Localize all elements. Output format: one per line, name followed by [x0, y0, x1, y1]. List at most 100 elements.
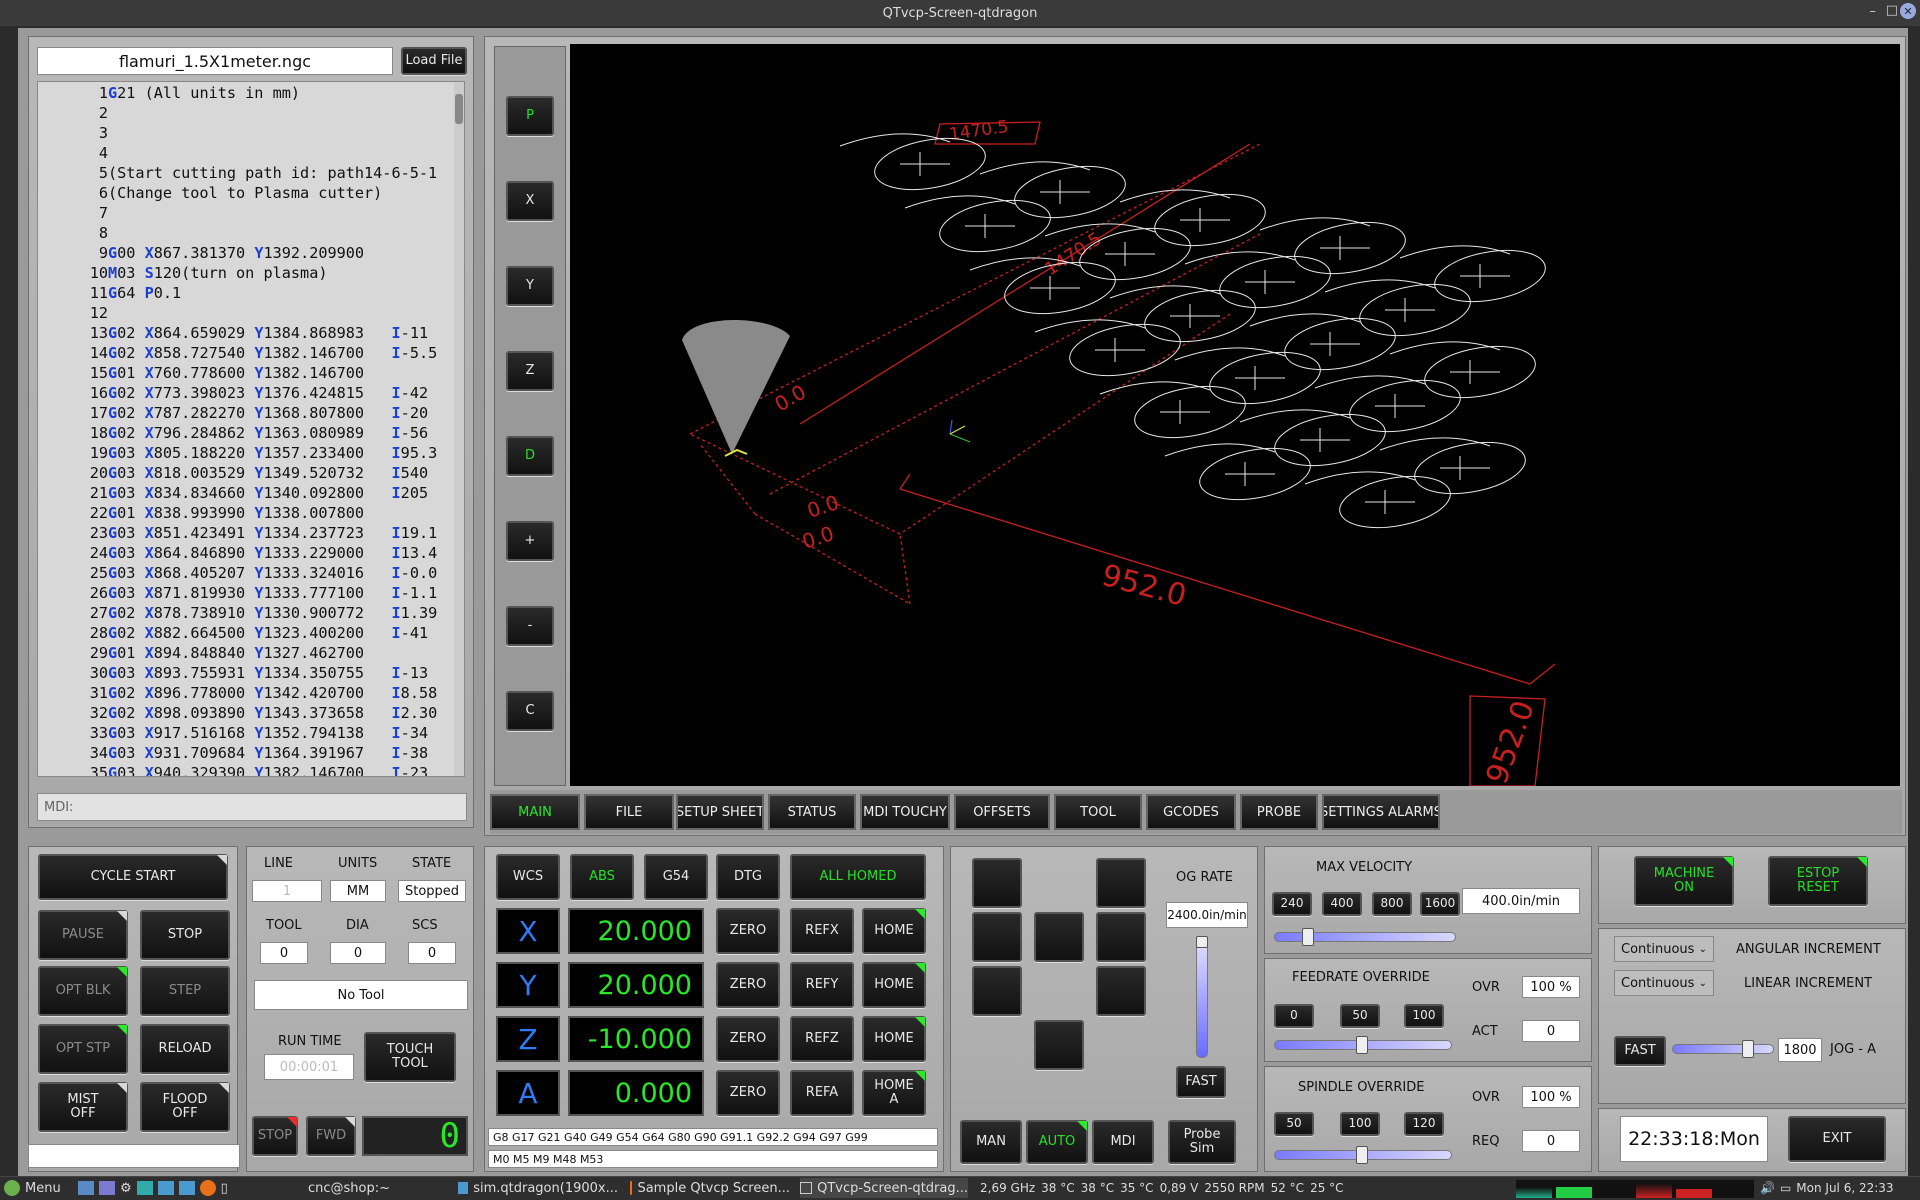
close-icon[interactable]: ✕ [1900, 3, 1916, 19]
view-button-4[interactable]: D [506, 436, 554, 476]
view-button-6[interactable]: - [506, 606, 554, 646]
touch-tool-button[interactable]: TOUCH TOOL [364, 1032, 456, 1082]
spindle-stop-button[interactable]: STOP [252, 1116, 298, 1156]
mist-button[interactable]: MIST OFF [38, 1082, 128, 1132]
tab-3[interactable]: STATUS [768, 794, 856, 830]
task-item-1[interactable]: sim.qtdragon(1900x... [458, 1178, 618, 1198]
terminal-icon[interactable]: ▯ [221, 1181, 228, 1196]
jog-a-slider[interactable] [1672, 1044, 1774, 1054]
jog-z-plus-button[interactable] [1096, 858, 1146, 908]
jog-z-minus-button[interactable] [1096, 966, 1146, 1016]
wcs-button[interactable]: WCS [496, 854, 560, 900]
home-z-button[interactable]: HOME [862, 1016, 926, 1062]
velocity-preset-2[interactable]: 800 [1372, 892, 1412, 916]
apps-icon[interactable] [78, 1181, 94, 1195]
g54-button[interactable]: G54 [644, 854, 708, 900]
view-button-1[interactable]: X [506, 181, 554, 221]
velocity-preset-3[interactable]: 1600 [1420, 892, 1460, 916]
dtg-button[interactable]: DTG [716, 854, 780, 900]
tab-8[interactable]: PROBE [1240, 794, 1318, 830]
firefox-icon[interactable] [199, 1180, 216, 1196]
linear-increment-select[interactable]: Continuous ⌄ [1614, 970, 1714, 996]
feed-override-slider-knob[interactable] [1356, 1036, 1368, 1054]
folder-icon[interactable] [157, 1181, 174, 1195]
estop-reset-button[interactable]: ESTOP RESET [1768, 856, 1868, 906]
ref-z-button[interactable]: REFZ [790, 1016, 854, 1062]
jog-y-plus-button[interactable] [972, 858, 1022, 908]
files-icon[interactable] [99, 1181, 115, 1195]
opt-blk-button[interactable]: OPT BLK [38, 966, 128, 1016]
view-button-2[interactable]: Y [506, 266, 554, 306]
gcode-preview[interactable]: 1470.5 1470.5 952.0 952.0 0.0 0.0 0.0 [570, 44, 1900, 786]
view-button-5[interactable]: + [506, 521, 554, 561]
velocity-preset-0[interactable]: 240 [1272, 892, 1312, 916]
gear-icon[interactable]: ⚙ [120, 1181, 132, 1196]
jog-a-plus-button[interactable] [1096, 912, 1146, 962]
machine-on-button[interactable]: MACHINE ON [1634, 856, 1734, 906]
spindle-preset-0[interactable]: 50 [1274, 1112, 1314, 1136]
jog-x-plus-button[interactable] [1034, 912, 1084, 962]
auto-mode-button[interactable]: AUTO [1026, 1120, 1088, 1164]
home-x-button[interactable]: HOME [862, 908, 926, 954]
axis-z-button[interactable]: Z [496, 1016, 560, 1062]
tab-6[interactable]: TOOL [1054, 794, 1142, 830]
spindle-preset-1[interactable]: 100 [1340, 1112, 1380, 1136]
jog-a-fast-button[interactable]: FAST [1614, 1036, 1666, 1066]
jog-x-minus-button[interactable] [972, 912, 1022, 962]
task-item-3[interactable]: QTvcp-Screen-qtdrag... [800, 1178, 968, 1198]
gcode-editor[interactable]: 1G21 (All units in mm) 2 3 4 5(Start cutting… [37, 81, 465, 777]
angular-increment-select[interactable]: Continuous ⌄ [1614, 936, 1714, 962]
folder-icon[interactable] [178, 1181, 195, 1195]
step-button[interactable]: STEP [140, 966, 230, 1016]
app-icon[interactable] [136, 1181, 153, 1195]
max-velocity-slider-knob[interactable] [1302, 928, 1314, 946]
home-y-button[interactable]: HOME [862, 962, 926, 1008]
reload-button[interactable]: RELOAD [140, 1024, 230, 1074]
velocity-preset-1[interactable]: 400 [1322, 892, 1362, 916]
ref-a-button[interactable]: REFA [790, 1070, 854, 1116]
zero-y-button[interactable]: ZERO [716, 962, 780, 1008]
feed-preset-2[interactable]: 100 [1404, 1004, 1444, 1028]
opt-stp-button[interactable]: OPT STP [38, 1024, 128, 1074]
mdi-mode-button[interactable]: MDI [1092, 1120, 1154, 1164]
ref-x-button[interactable]: REFX [790, 908, 854, 954]
view-button-7[interactable]: C [506, 691, 554, 731]
load-file-button[interactable]: Load File [401, 47, 467, 75]
exit-button[interactable]: EXIT [1788, 1116, 1886, 1162]
tab-0[interactable]: MAIN [490, 794, 580, 830]
tab-2[interactable]: SETUP SHEET [676, 794, 764, 830]
jog-rate-slider[interactable] [1196, 940, 1208, 1058]
terminal-task[interactable]: cnc@shop:~ [308, 1178, 390, 1198]
zero-a-button[interactable]: ZERO [716, 1070, 780, 1116]
man-mode-button[interactable]: MAN [960, 1120, 1022, 1164]
menu-button[interactable]: Menu [4, 1178, 61, 1198]
spindle-override-slider-knob[interactable] [1356, 1146, 1368, 1164]
tab-9[interactable]: SETTINGS ALARMS [1322, 794, 1440, 830]
probe-sim-button[interactable]: Probe Sim [1168, 1120, 1236, 1164]
feed-preset-0[interactable]: 0 [1274, 1004, 1314, 1028]
cycle-start-button[interactable]: CYCLE START [38, 854, 228, 900]
jog-a-minus-button[interactable] [1034, 1020, 1084, 1070]
flood-button[interactable]: FLOOD OFF [140, 1082, 230, 1132]
tab-4[interactable]: MDI TOUCHY [860, 794, 950, 830]
pause-button[interactable]: PAUSE [38, 910, 128, 960]
zero-x-button[interactable]: ZERO [716, 908, 780, 954]
scrollbar[interactable] [454, 82, 464, 776]
display-icon[interactable]: ▭ [1780, 1181, 1791, 1195]
abs-button[interactable]: ABS [570, 854, 634, 900]
jog-rate-slider-knob[interactable] [1196, 936, 1208, 948]
volume-icon[interactable]: 🔊 [1760, 1181, 1775, 1195]
home-a-button[interactable]: HOME A [862, 1070, 926, 1116]
spindle-fwd-button[interactable]: FWD [306, 1116, 356, 1156]
maximize-icon[interactable]: □ [1886, 3, 1898, 18]
all-homed-button[interactable]: ALL HOMED [790, 854, 926, 900]
tab-1[interactable]: FILE [584, 794, 674, 830]
tab-7[interactable]: GCODES [1146, 794, 1236, 830]
minimize-icon[interactable]: – [1870, 4, 1877, 19]
axis-x-button[interactable]: X [496, 908, 560, 954]
zero-z-button[interactable]: ZERO [716, 1016, 780, 1062]
axis-a-button[interactable]: A [496, 1070, 560, 1116]
view-button-0[interactable]: P [506, 96, 554, 136]
axis-y-button[interactable]: Y [496, 962, 560, 1008]
jog-y-minus-button[interactable] [972, 966, 1022, 1016]
